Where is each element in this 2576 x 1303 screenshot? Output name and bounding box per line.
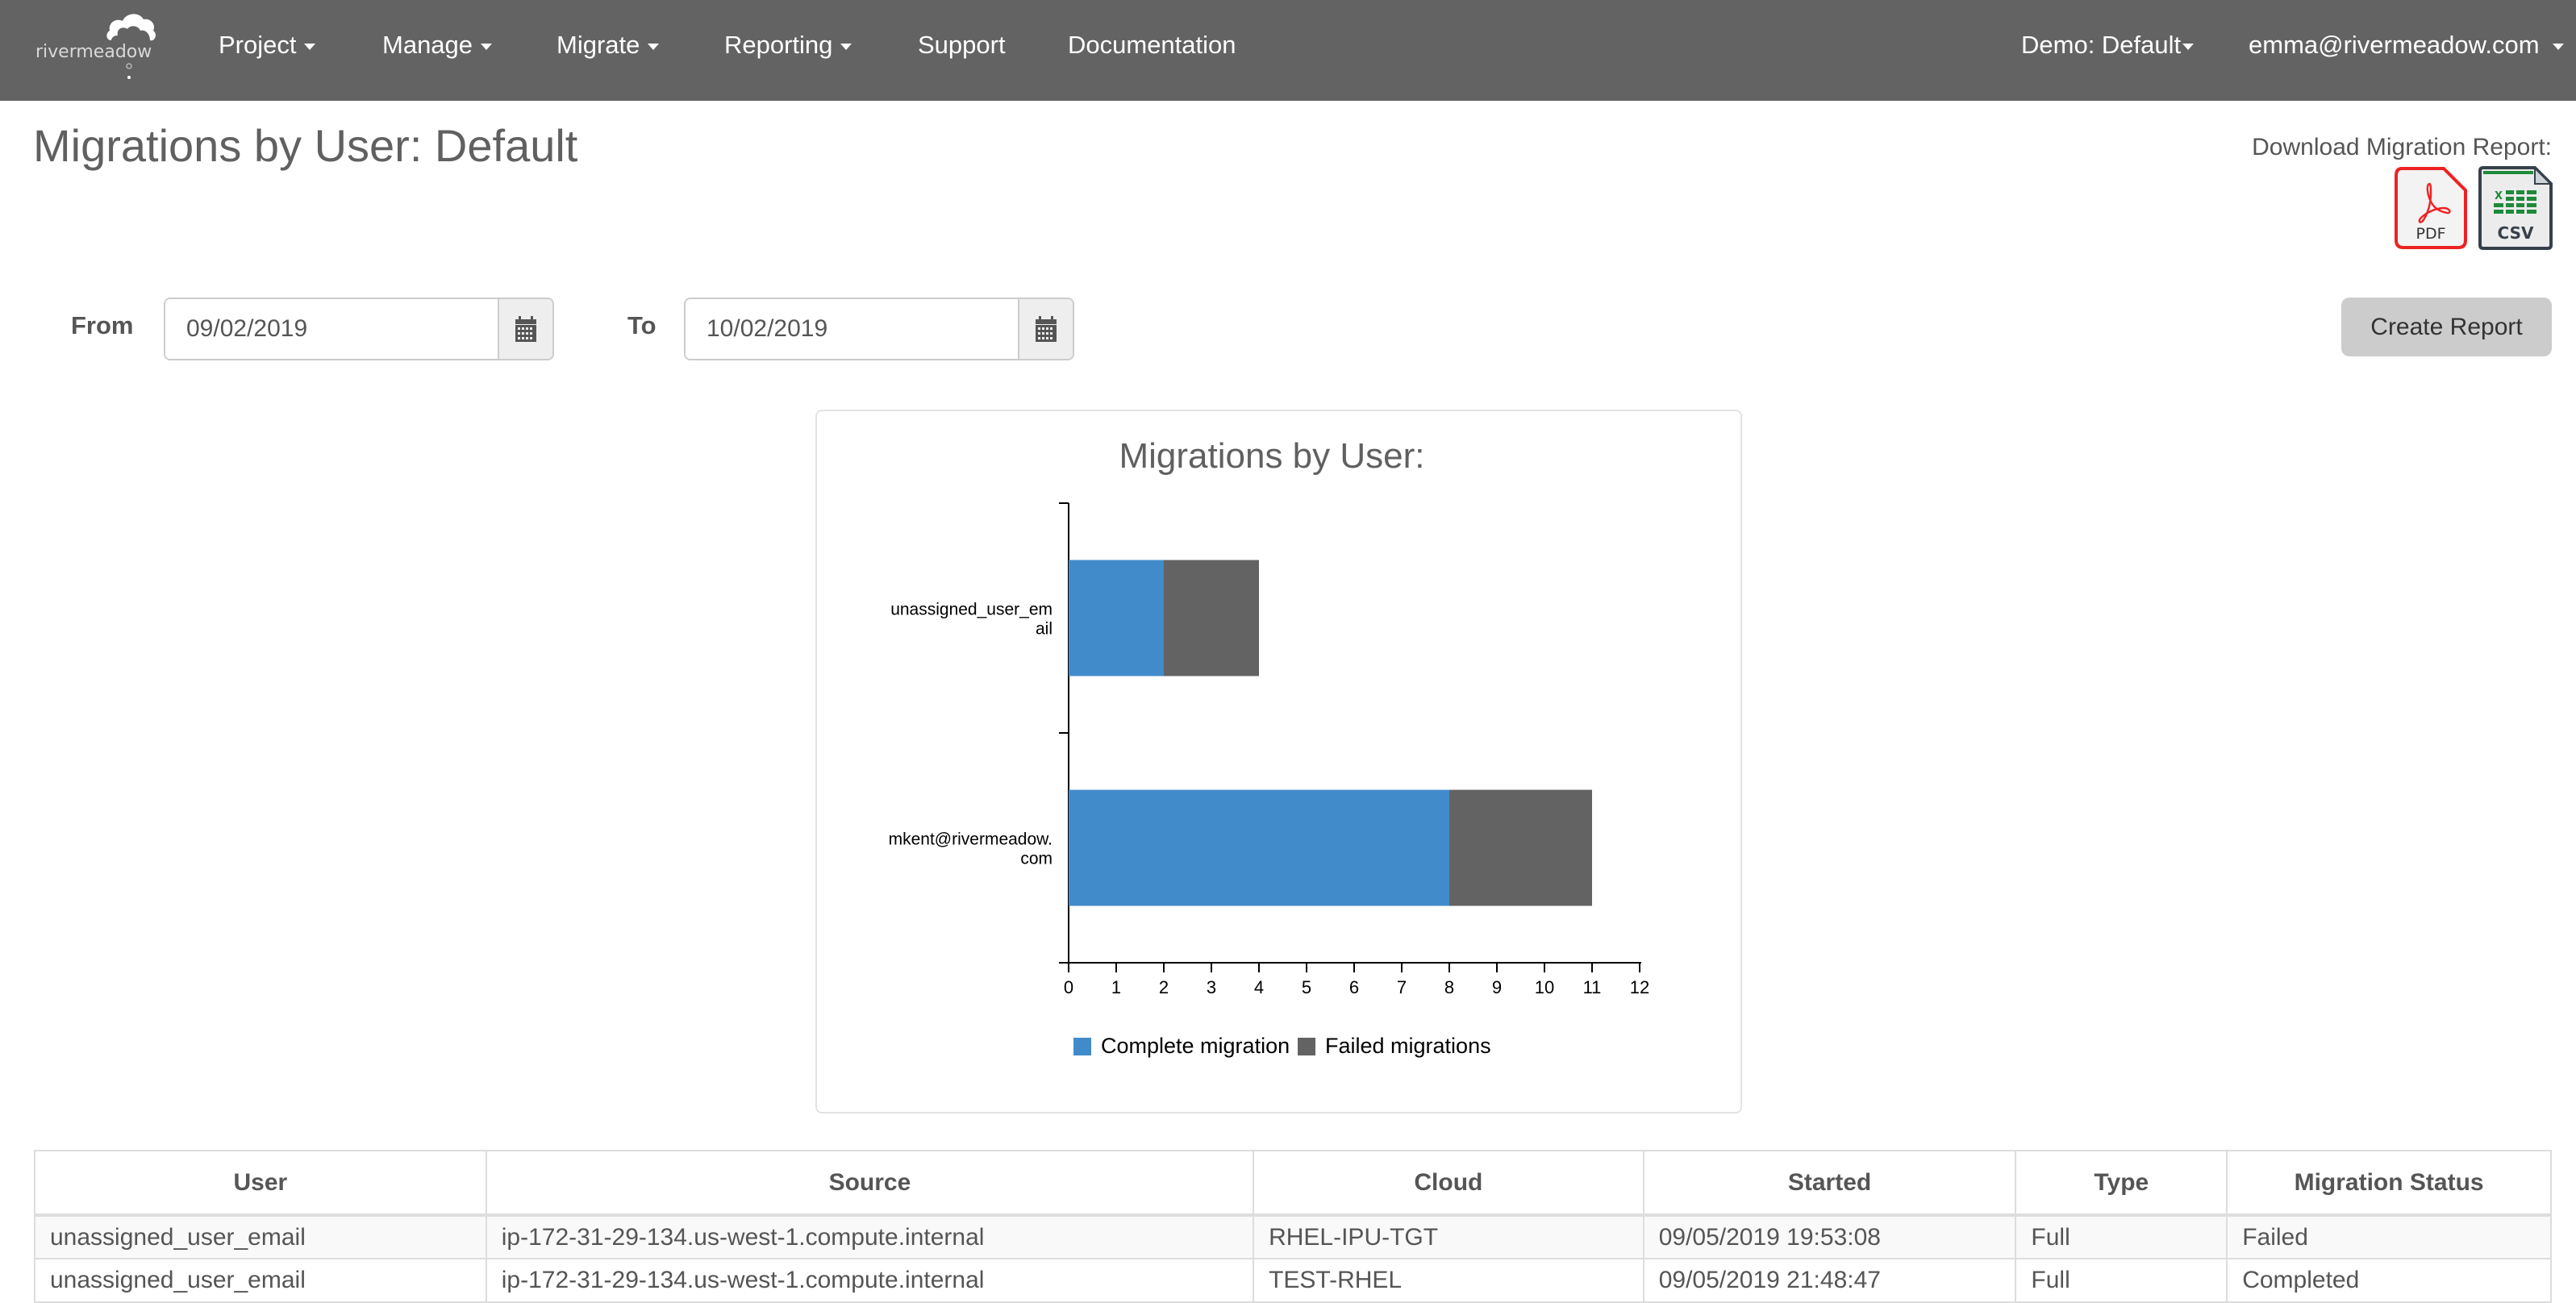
csv-file-icon: X CSV <box>2478 166 2553 250</box>
x-tick-label: 10 <box>1535 977 1554 997</box>
pdf-file-icon: PDF <box>2395 167 2467 249</box>
cell-source: ip-172-31-29-134.us-west-1.compute.inter… <box>485 1214 1255 1259</box>
user-menu[interactable]: emma@rivermeadow.com <box>2249 31 2564 60</box>
nav-support-label: Support <box>918 31 1006 59</box>
nav-project-label: Project <box>219 31 297 59</box>
from-date-group <box>164 298 554 360</box>
x-tick-label: 2 <box>1159 977 1169 997</box>
calendar-icon <box>515 316 536 342</box>
legend-label-failed: Failed migrations <box>1325 1034 1491 1058</box>
caret-down-icon <box>304 43 316 50</box>
x-tick-label: 4 <box>1254 977 1264 997</box>
nav-support[interactable]: Support <box>918 31 1006 60</box>
download-csv-button[interactable]: X CSV <box>2478 166 2553 250</box>
cell-started: 09/05/2019 19:53:08 <box>1642 1214 2017 1259</box>
nav-migrate-label: Migrate <box>556 31 640 59</box>
nav-documentation-label: Documentation <box>1068 31 1236 59</box>
x-tick-label: 5 <box>1302 977 1311 997</box>
x-tick-label: 8 <box>1444 977 1454 997</box>
user-menu-label: emma@rivermeadow.com <box>2249 31 2540 59</box>
calendar-icon <box>1036 316 1057 342</box>
download-pdf-button[interactable]: PDF <box>2394 166 2468 250</box>
chart-title: Migrations by User: <box>1119 436 1424 476</box>
caret-down-icon <box>2182 43 2195 50</box>
x-tick-label: 3 <box>1207 977 1216 997</box>
org-selector-label: Demo: Default <box>2021 31 2182 59</box>
cell-started: 09/05/2019 21:48:47 <box>1642 1258 2017 1303</box>
cell-user: unassigned_user_email <box>34 1258 487 1303</box>
chart-panel: Migrations by User: 0 1 2 3 4 5 6 7 8 9 10 11 12 unass… <box>815 410 1742 1114</box>
migrations-table: User Source Cloud Started Type Migration… <box>34 1150 2552 1303</box>
nav-manage[interactable]: Manage <box>382 31 493 60</box>
to-date-input[interactable] <box>686 299 1018 359</box>
nav-migrate[interactable]: Migrate <box>556 31 660 60</box>
page-title: Migrations by User: Default <box>33 120 578 171</box>
y-category-label: com <box>1020 850 1052 868</box>
bar-failed-migrations <box>1164 560 1259 676</box>
x-tick-label: 12 <box>1630 977 1649 997</box>
from-label: From <box>71 311 134 339</box>
x-tick-label: 6 <box>1349 977 1359 997</box>
cell-type: Full <box>2015 1258 2228 1303</box>
caret-down-icon <box>2552 43 2564 50</box>
cell-type: Full <box>2015 1214 2228 1259</box>
column-header-cloud[interactable]: Cloud <box>1253 1150 1644 1217</box>
download-report-label: Download Migration Report: <box>2252 134 2552 160</box>
logo-text: rivermeadow <box>35 42 152 62</box>
column-header-user[interactable]: User <box>34 1150 487 1217</box>
from-date-input[interactable] <box>165 299 498 359</box>
y-category-label: mkent@rivermeadow. <box>889 831 1052 849</box>
create-report-button[interactable]: Create Report <box>2341 298 2552 356</box>
caret-down-icon <box>840 43 852 50</box>
cell-status: Completed <box>2226 1258 2552 1303</box>
top-navbar: rivermeadow Project Manage Migrate Repor… <box>0 0 2576 101</box>
table-header-row: User Source Cloud Started Type Migration… <box>34 1150 2552 1217</box>
bar-complete-migrations <box>1069 560 1164 676</box>
y-category-label: ail <box>1036 620 1052 639</box>
column-header-status[interactable]: Migration Status <box>2226 1150 2552 1217</box>
legend-label-complete: Complete migration <box>1101 1034 1290 1058</box>
x-tick-label: 1 <box>1111 977 1121 997</box>
to-label: To <box>627 311 657 339</box>
csv-icon-label: CSV <box>2498 223 2534 243</box>
to-date-group <box>684 298 1074 360</box>
cell-cloud: RHEL-IPU-TGT <box>1253 1214 1644 1259</box>
x-tick-label: 9 <box>1492 977 1502 997</box>
caret-down-icon <box>648 43 660 50</box>
y-category-label: unassigned_user_em <box>890 601 1052 619</box>
from-calendar-button[interactable] <box>498 299 552 359</box>
legend-swatch-complete <box>1073 1038 1091 1055</box>
cell-source: ip-172-31-29-134.us-west-1.compute.inter… <box>485 1258 1255 1303</box>
column-header-type[interactable]: Type <box>2015 1150 2228 1217</box>
cell-user: unassigned_user_email <box>34 1214 487 1259</box>
nav-documentation[interactable]: Documentation <box>1068 31 1236 60</box>
x-tick-label: 7 <box>1397 977 1407 997</box>
migrations-by-user-chart: Migrations by User:0 1 2 3 4 5 6 7 8 9 10 11 12unass… <box>889 436 1650 1058</box>
x-tick-label: 0 <box>1064 977 1073 997</box>
bar-failed-migrations <box>1449 789 1592 906</box>
nav-reporting-label: Reporting <box>724 31 833 59</box>
nav-reporting[interactable]: Reporting <box>724 31 852 60</box>
to-calendar-button[interactable] <box>1018 299 1073 359</box>
table-row[interactable]: unassigned_user_email ip-172-31-29-134.u… <box>34 1214 2552 1259</box>
bar-complete-migrations <box>1069 789 1449 906</box>
org-selector[interactable]: Demo: Default <box>2021 31 2195 60</box>
legend-swatch-failed <box>1298 1038 1315 1055</box>
cell-cloud: TEST-RHEL <box>1253 1258 1644 1303</box>
table-row[interactable]: unassigned_user_email ip-172-31-29-134.u… <box>34 1258 2552 1303</box>
cell-status: Failed <box>2226 1214 2552 1259</box>
caret-down-icon <box>481 43 493 50</box>
svg-text:X: X <box>2495 190 2503 202</box>
rivermeadow-logo[interactable]: rivermeadow <box>32 3 161 84</box>
pdf-icon-label: PDF <box>2416 225 2445 243</box>
nav-project[interactable]: Project <box>219 31 316 60</box>
column-header-started[interactable]: Started <box>1642 1150 2017 1217</box>
nav-manage-label: Manage <box>382 31 473 59</box>
column-header-source[interactable]: Source <box>485 1150 1255 1217</box>
x-tick-label: 11 <box>1583 977 1602 997</box>
